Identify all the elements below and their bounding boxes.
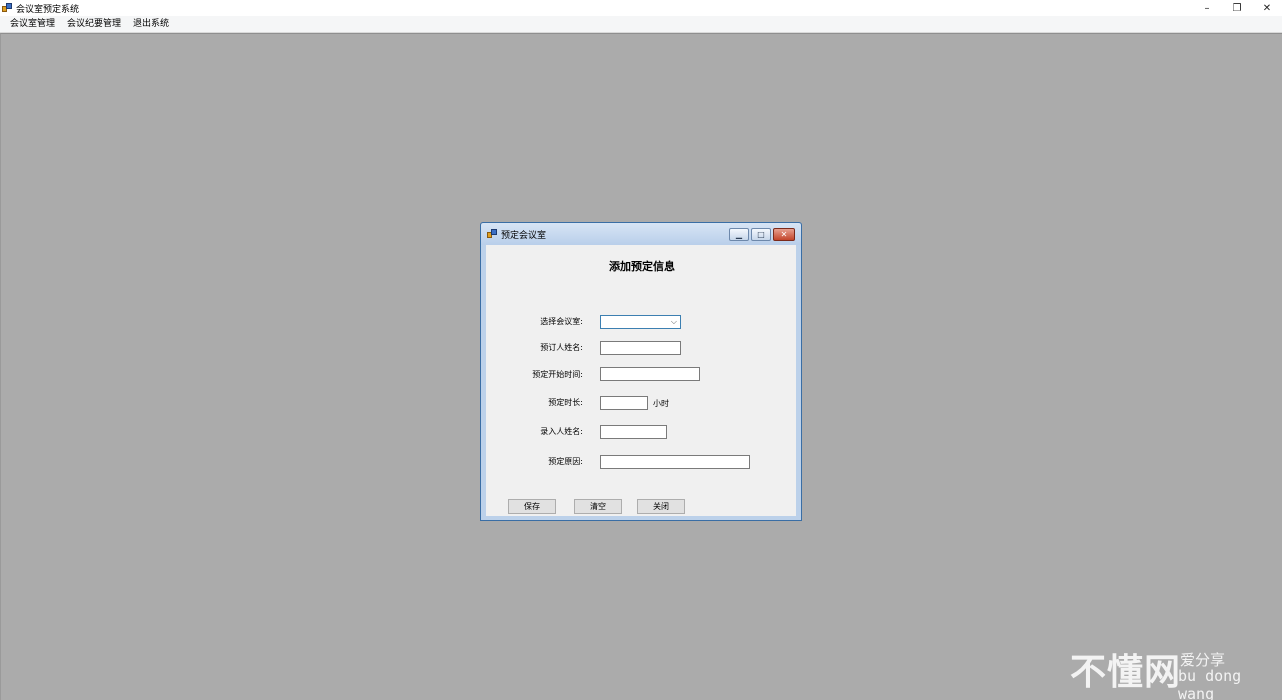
menu-bar: 会议室管理 会议纪要管理 退出系统 bbox=[0, 16, 1282, 33]
menu-item-room-management[interactable]: 会议室管理 bbox=[4, 16, 61, 33]
watermark-pinyin: bu dong wang bbox=[1178, 667, 1242, 700]
duration-unit: 小时 bbox=[653, 399, 669, 408]
dialog-maximize-button[interactable]: □ bbox=[751, 228, 771, 241]
app-icon bbox=[2, 3, 12, 13]
dialog-title: 预定会议室 bbox=[501, 230, 547, 241]
window-title: 会议室预定系统 bbox=[16, 4, 80, 15]
dialog-icon bbox=[487, 229, 497, 239]
booking-dialog: 预定会议室 ▁ □ ✕ 添加预定信息 选择会议室: ⌵ 预订人姓名: 预定开始时… bbox=[480, 222, 802, 521]
reason-input[interactable] bbox=[600, 455, 750, 469]
main-titlebar: 会议室预定系统 – ❐ ✕ bbox=[0, 0, 1282, 16]
booker-input[interactable] bbox=[600, 341, 681, 355]
entry-person-label: 录入人姓名: bbox=[540, 427, 583, 436]
clear-button[interactable]: 清空 bbox=[574, 499, 622, 514]
close-button[interactable]: ✕ bbox=[1252, 0, 1282, 16]
window-controls: – ❐ ✕ bbox=[1192, 0, 1282, 16]
dialog-titlebar[interactable]: 预定会议室 ▁ □ ✕ bbox=[481, 223, 801, 245]
close-icon: ✕ bbox=[780, 230, 788, 239]
duration-label: 预定时长: bbox=[548, 398, 583, 407]
start-time-input[interactable] bbox=[600, 367, 700, 381]
watermark-main: 不懂网 bbox=[1070, 652, 1182, 693]
start-time-label: 预定开始时间: bbox=[532, 370, 583, 379]
maximize-icon: □ bbox=[757, 230, 765, 239]
restore-button[interactable]: ❐ bbox=[1222, 0, 1252, 16]
save-button[interactable]: 保存 bbox=[508, 499, 556, 514]
menu-item-exit[interactable]: 退出系统 bbox=[127, 16, 175, 33]
form-heading: 添加预定信息 bbox=[609, 260, 675, 273]
entry-person-input[interactable] bbox=[600, 425, 667, 439]
booker-label: 预订人姓名: bbox=[540, 343, 583, 352]
watermark-logo: 不懂网 爱分享 bu dong wang bbox=[1070, 643, 1280, 700]
chevron-down-icon: ⌵ bbox=[670, 317, 677, 326]
dialog-minimize-button[interactable]: ▁ bbox=[729, 228, 749, 241]
room-label: 选择会议室: bbox=[540, 317, 583, 326]
dialog-controls: ▁ □ ✕ bbox=[729, 228, 795, 241]
room-select[interactable]: ⌵ bbox=[600, 315, 681, 329]
close-dialog-button[interactable]: 关闭 bbox=[637, 499, 685, 514]
dialog-close-button[interactable]: ✕ bbox=[773, 228, 795, 241]
dialog-client-area: 添加预定信息 选择会议室: ⌵ 预订人姓名: 预定开始时间: 预定时长: 小时 … bbox=[486, 245, 796, 516]
minimize-button[interactable]: – bbox=[1192, 0, 1222, 16]
reason-label: 预定原因: bbox=[548, 457, 583, 466]
minimize-icon: ▁ bbox=[735, 230, 743, 239]
menu-item-minutes-management[interactable]: 会议纪要管理 bbox=[61, 16, 127, 33]
duration-input[interactable] bbox=[600, 396, 648, 410]
